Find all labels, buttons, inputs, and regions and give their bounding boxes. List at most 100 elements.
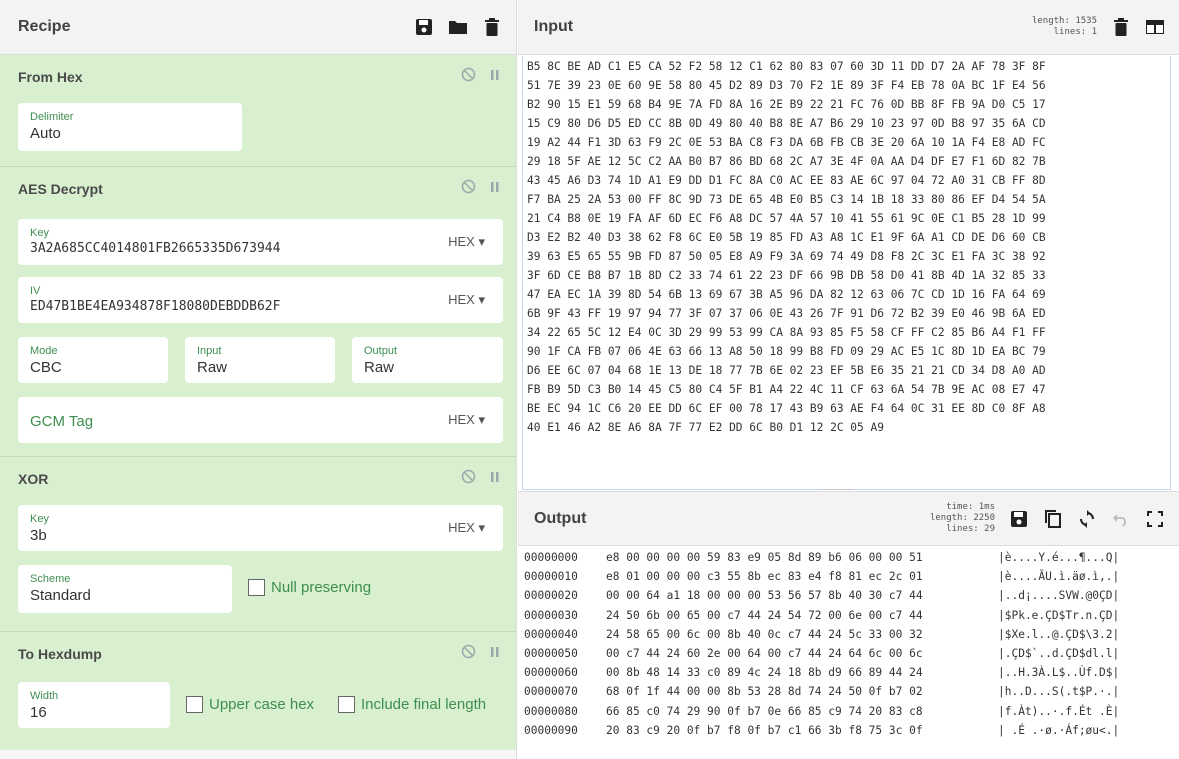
xor-scheme-value: Standard xyxy=(30,587,91,604)
op-xor: XOR Key 3b HEX ▾ Scheme Standard Null pr… xyxy=(0,457,516,632)
aes-input-format-field[interactable]: Input Raw xyxy=(185,337,335,383)
hexdump-bytes: 24 58 65 00 6c 00 8b 40 0c c7 44 24 5c 3… xyxy=(606,627,923,641)
folder-icon[interactable] xyxy=(448,17,468,37)
delimiter-value: Auto xyxy=(30,125,61,142)
output-title: Output xyxy=(534,509,587,527)
null-preserving-option[interactable]: Null preserving xyxy=(248,579,371,596)
aes-iv-label: IV xyxy=(30,285,41,297)
hexdump-ascii: | .É .·ø.·Áf;øu<.| xyxy=(998,723,1120,737)
aes-output-format-field[interactable]: Output Raw xyxy=(352,337,503,383)
input-line: 40 E1 46 A2 8E A6 8A 7F 77 E2 DD 6C B0 D… xyxy=(527,421,884,434)
output-lines: lines: 29 xyxy=(946,524,995,534)
aes-key-field[interactable]: Key 3A2A685CC4014801FB2665335D673944 HEX… xyxy=(18,219,503,265)
input-line: 43 45 A6 D3 74 1D A1 E9 DD D1 FC 8A C0 A… xyxy=(527,174,1046,187)
op-from-hex: From Hex Delimiter Auto xyxy=(0,55,516,167)
upper-case-hex-label: Upper case hex xyxy=(209,696,315,713)
switch-icon[interactable] xyxy=(1077,509,1097,529)
hexdump-bytes: 68 0f 1f 44 00 00 8b 53 28 8d 74 24 50 0… xyxy=(606,685,923,699)
hexdump-ascii: |f.Àt)..·.f.Ét .È| xyxy=(998,704,1120,718)
include-final-length-label: Include final length xyxy=(361,696,487,713)
hexdump-offset: 00000000 xyxy=(524,551,578,564)
hexdump-bytes: 20 83 c9 20 0f b7 f8 0f b7 c1 66 3b f8 7… xyxy=(606,723,923,737)
op-to-hexdump: To Hexdump Width 16 Upper case hex Inclu… xyxy=(0,632,516,750)
aes-input-label: Input xyxy=(197,345,222,357)
layout-icon[interactable] xyxy=(1145,17,1165,37)
null-preserving-checkbox[interactable] xyxy=(248,579,265,596)
aes-iv-field[interactable]: IV ED47B1BE4EA934878F18080DEBDDB62F HEX … xyxy=(18,277,503,323)
input-line: D6 EE 6C 07 04 68 1E 13 DE 18 77 7B 6E 0… xyxy=(527,364,1046,377)
xor-key-label: Key xyxy=(30,513,49,525)
disable-icon[interactable] xyxy=(461,469,476,489)
op-title-to-hexdump: To Hexdump xyxy=(18,646,102,662)
input-line: 90 1F CA FB 07 06 4E 63 66 13 A8 50 18 9… xyxy=(527,345,1046,358)
trash-icon[interactable] xyxy=(482,17,502,37)
maximize-icon[interactable] xyxy=(1145,509,1165,529)
aes-key-value: 3A2A685CC4014801FB2665335D673944 xyxy=(30,241,281,256)
hexdump-offset: 00000090 xyxy=(524,723,578,737)
include-final-length-option[interactable]: Include final length xyxy=(338,696,486,713)
hexdump-offset: 00000010 xyxy=(524,570,578,584)
hexdump-offset: 00000070 xyxy=(524,685,578,699)
input-line: BE EC 94 1C C6 20 EE DD 6C EF 00 78 17 4… xyxy=(527,402,1046,415)
op-title-xor: XOR xyxy=(18,471,49,487)
pause-icon[interactable] xyxy=(490,68,500,86)
aes-key-format-dropdown[interactable]: HEX ▾ xyxy=(448,234,485,250)
xor-key-field[interactable]: Key 3b HEX ▾ xyxy=(18,505,503,551)
hexdump-offset: 00000080 xyxy=(524,704,578,718)
hexdump-bytes: 66 85 c0 74 29 90 0f b7 0e 66 85 c9 74 2… xyxy=(606,704,923,718)
hexdump-bytes: 24 50 6b 00 65 00 c7 44 24 54 72 00 6e 0… xyxy=(606,608,923,622)
hexdump-row: 00000070 68 0f 1f 44 00 00 8b 53 28 8d 74… xyxy=(524,682,1171,701)
aes-iv-format-dropdown[interactable]: HEX ▾ xyxy=(448,292,485,308)
input-line: 39 63 E5 65 55 9B FD 87 50 05 E8 A9 F9 3… xyxy=(527,250,1046,263)
output-length: length: 2250 xyxy=(929,513,995,523)
input-length: length: 1535 xyxy=(1031,16,1097,26)
disable-icon[interactable] xyxy=(461,644,476,664)
input-line: 29 18 5F AE 12 5C C2 AA B0 B7 86 BD 68 2… xyxy=(527,155,1046,168)
disable-icon[interactable] xyxy=(461,67,476,87)
save-icon[interactable] xyxy=(1009,509,1029,529)
aes-mode-field[interactable]: Mode CBC xyxy=(18,337,168,383)
copy-icon[interactable] xyxy=(1043,509,1063,529)
hexdump-offset: 00000020 xyxy=(524,589,578,603)
aes-gcm-tag-field[interactable]: GCM Tag HEX ▾ xyxy=(18,397,503,443)
output-pane: Output time: 1ms length: 2250 lines: 29 xyxy=(518,489,1179,759)
disable-icon[interactable] xyxy=(461,179,476,199)
hexdump-row: 00000010 e8 01 00 00 00 c3 55 8b ec 83 e4… xyxy=(524,567,1171,586)
pause-icon[interactable] xyxy=(490,470,500,488)
hexdump-offset: 00000030 xyxy=(524,608,578,622)
input-line: FB B9 5D C3 B0 14 45 C5 80 C4 5F B1 A4 2… xyxy=(527,383,1046,396)
input-title: Input xyxy=(534,18,574,35)
output-textarea[interactable]: 00000000 e8 00 00 00 00 59 83 e9 05 8d 89… xyxy=(524,548,1171,759)
pause-icon[interactable] xyxy=(490,645,500,663)
save-icon[interactable] xyxy=(414,17,434,37)
hexdump-width-label: Width xyxy=(30,690,59,702)
aes-output-value: Raw xyxy=(364,359,395,376)
delimiter-field[interactable]: Delimiter Auto xyxy=(18,103,242,151)
hexdump-ascii: |$Pk.e.ÇD$Tr.n.ÇD| xyxy=(998,608,1120,622)
upper-case-hex-option[interactable]: Upper case hex xyxy=(186,696,314,713)
trash-icon[interactable] xyxy=(1111,17,1131,37)
input-line: 47 EA EC 1A 39 8D 54 6B 13 69 67 3B A5 9… xyxy=(527,288,1046,301)
input-line: 21 C4 B8 0E 19 FA AF 6D EC F6 A8 DC 57 4… xyxy=(527,212,1046,225)
hexdump-width-value: 16 xyxy=(30,704,47,721)
xor-scheme-field[interactable]: Scheme Standard xyxy=(18,565,232,613)
aes-key-label: Key xyxy=(30,227,49,239)
input-stats: length: 1535 lines: 1 xyxy=(1032,16,1097,38)
upper-case-hex-checkbox[interactable] xyxy=(186,696,203,713)
input-line: D3 E2 B2 40 D3 38 62 F8 6C E0 5B 19 85 F… xyxy=(527,231,1046,244)
undo-icon[interactable] xyxy=(1111,509,1131,529)
aes-output-label: Output xyxy=(364,345,398,357)
input-line: 3F 6D CE B8 B7 1B 8D C2 33 74 61 22 23 D… xyxy=(527,269,1046,282)
input-textarea[interactable]: B5 8C BE AD C1 E5 CA 52 F2 58 12 C1 62 8… xyxy=(522,56,1171,490)
xor-key-format-dropdown[interactable]: HEX ▾ xyxy=(448,520,485,536)
hexdump-width-field[interactable]: Width 16 xyxy=(18,682,170,728)
include-final-length-checkbox[interactable] xyxy=(338,696,355,713)
hexdump-offset: 00000040 xyxy=(524,627,578,641)
op-title-from-hex: From Hex xyxy=(18,69,83,85)
aes-input-value: Raw xyxy=(197,359,228,376)
hexdump-ascii: |$Xe.l..@.ÇD$\3.2| xyxy=(998,627,1120,641)
aes-gcm-format-dropdown[interactable]: HEX ▾ xyxy=(448,412,485,428)
pause-icon[interactable] xyxy=(490,180,500,198)
aes-gcm-tag-placeholder: GCM Tag xyxy=(30,413,94,430)
pane-splitter[interactable] xyxy=(823,489,853,493)
